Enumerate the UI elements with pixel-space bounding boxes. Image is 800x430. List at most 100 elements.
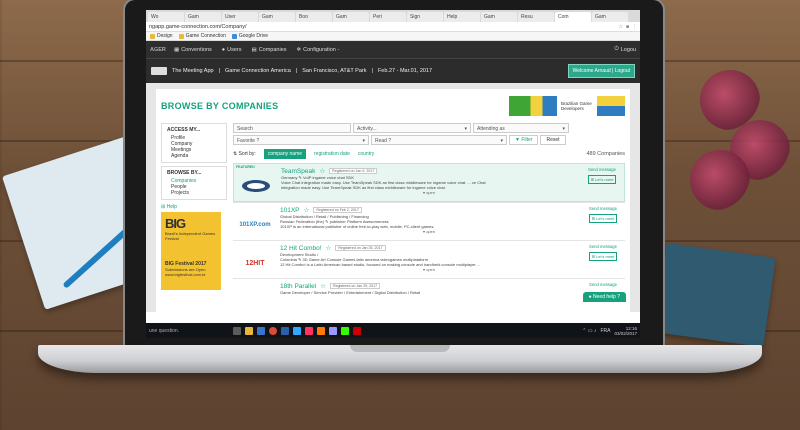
browser-tab[interactable]: Gam — [333, 12, 369, 22]
browser-tab[interactable]: Boo — [296, 12, 332, 22]
sidebar-heading: ACCESS MY... — [167, 127, 201, 133]
taskbar-search[interactable]: une question. — [149, 328, 229, 334]
search-input[interactable]: Search — [233, 123, 351, 133]
ad-subtitle: Brazil's Independent Games Festival — [165, 231, 216, 241]
building-icon: ▤ — [251, 46, 257, 53]
premiere-icon[interactable] — [329, 326, 337, 335]
open-toggle[interactable]: ▾ open — [281, 190, 577, 195]
browser-tab[interactable]: Gam — [592, 12, 628, 22]
nav-configuration[interactable]: ✲ Configuration - — [297, 47, 340, 53]
nav-companies[interactable]: ▤ Companies — [251, 47, 286, 53]
store-icon[interactable] — [257, 326, 265, 335]
clock[interactable]: 12:16 03/02/2017 — [614, 326, 637, 336]
chrome-icon[interactable] — [269, 326, 277, 335]
task-view-icon[interactable] — [233, 326, 241, 335]
browser-tab[interactable]: Wo — [148, 12, 184, 22]
folder-icon — [150, 33, 155, 39]
attending-select[interactable]: Attending as ▾ — [473, 123, 569, 133]
indesign-icon[interactable] — [305, 326, 313, 335]
filter-button[interactable]: ▼ Filter — [509, 135, 539, 145]
star-icon[interactable]: ☆ — [304, 206, 310, 214]
reset-button[interactable]: Reset — [540, 135, 566, 145]
drive-icon — [231, 33, 237, 39]
sort-country[interactable]: country — [358, 151, 374, 157]
company-card: FEATURED TeamSpeak ☆ Registered on Jan 9, … — [233, 163, 625, 202]
menu-icon[interactable]: ⋮ — [632, 24, 637, 30]
app-header: The Meeting App | Game Connection Americ… — [146, 58, 640, 83]
sidebar-item-agenda[interactable]: Agenda — [167, 153, 221, 159]
ad-url: www.bigfestival.com.br — [165, 272, 206, 277]
page-title: BROWSE BY COMPANIES — [161, 101, 279, 111]
registration-date: Registered on Feb 2, 2017 — [313, 207, 362, 213]
sort-label: ⇅ Sort by: — [233, 150, 256, 157]
dreamweaver-icon[interactable] — [341, 326, 349, 335]
browser-tab[interactable]: Gam — [481, 12, 517, 22]
browser-tab[interactable]: User — [222, 12, 258, 22]
bookmark-item[interactable]: Design — [150, 33, 173, 39]
company-logo[interactable] — [236, 173, 276, 199]
read-select[interactable]: Read ? ▾ — [371, 135, 507, 145]
file-explorer-icon[interactable] — [245, 326, 253, 335]
company-card: 12HIT 12 Hit Combo! ☆ Registered on Jan 26… — [233, 240, 625, 278]
company-logo[interactable]: 101XP.com — [235, 212, 275, 238]
lets-meet-button[interactable]: ⊞ Let's meet — [588, 214, 618, 223]
open-toggle[interactable]: ▾ open — [280, 267, 578, 272]
company-name[interactable]: 18th Parallel — [280, 283, 316, 290]
extension-icon[interactable]: ■ — [626, 24, 629, 30]
favorite-select[interactable]: Favorite ? ▾ — [233, 135, 369, 145]
browser-tab[interactable]: Gam — [185, 12, 221, 22]
page-area: BROWSE BY COMPANIES Brazilian Game Devel… — [146, 83, 640, 312]
company-logo[interactable] — [235, 282, 275, 292]
open-toggle[interactable]: ▾ open — [280, 229, 578, 234]
bgd-banner[interactable]: Brazilian Game Developers — [509, 96, 625, 116]
chevron-down-icon: ▾ — [362, 138, 365, 144]
sort-company-name[interactable]: company name — [263, 148, 307, 159]
send-message-link[interactable]: Send message — [583, 282, 623, 287]
app-logo[interactable] — [151, 67, 167, 75]
browser-tab[interactable]: Peri — [370, 12, 406, 22]
browser-tab[interactable]: Resu — [518, 12, 554, 22]
app-icon[interactable] — [281, 326, 289, 335]
company-name[interactable]: 101XP — [280, 207, 300, 214]
need-help-button[interactable]: ● Need help ? — [582, 292, 626, 302]
featured-badge: FEATURED — [236, 165, 255, 169]
bookmark-item[interactable]: Google Drive — [231, 33, 268, 39]
activity-select[interactable]: Activity... ▾ — [353, 123, 471, 133]
send-message-link[interactable]: Send message — [582, 167, 622, 172]
browser-tab[interactable]: Help — [444, 12, 480, 22]
company-name[interactable]: 12 Hit Combo! — [280, 245, 322, 252]
star-icon[interactable]: ☆ — [326, 244, 332, 252]
send-message-link[interactable]: Send message — [583, 206, 623, 211]
sort-registration-date[interactable]: registration date — [314, 151, 350, 157]
help-link[interactable]: ⊞ Help — [161, 204, 227, 210]
star-icon[interactable]: ☆ — [319, 167, 325, 175]
photoshop-icon[interactable] — [293, 326, 301, 335]
acrobat-icon[interactable] — [353, 326, 361, 335]
nav-users[interactable]: ● Users — [222, 47, 242, 53]
star-icon[interactable]: ☆ — [320, 282, 326, 290]
browser-tab[interactable]: Sign — [407, 12, 443, 22]
language-indicator[interactable]: FRA — [600, 328, 610, 334]
tray-icons[interactable]: ⌃ ▭ ♪ — [582, 328, 596, 334]
browser-tab[interactable]: Gam — [259, 12, 295, 22]
star-icon[interactable]: ☆ — [618, 24, 622, 30]
welcome-logout-button[interactable]: Welcome Arnaud | Logout — [567, 64, 635, 78]
illustrator-icon[interactable] — [317, 326, 325, 335]
lets-meet-button[interactable]: ⊞ Let's meet — [588, 252, 618, 261]
bookmark-item[interactable]: Game Connection — [178, 33, 226, 39]
sidebar-item-projects[interactable]: Projects — [167, 190, 221, 196]
browser-tab-active[interactable]: Com — [555, 12, 591, 22]
company-name[interactable]: TeamSpeak — [281, 168, 315, 175]
lets-meet-button[interactable]: ⊞ Let's meet — [587, 175, 617, 184]
company-card: 101XP.com 101XP ☆ Registered on Feb 2, 201… — [233, 202, 625, 240]
admin-logout[interactable]: ⏻ Logou — [614, 46, 636, 53]
event-name: Game Connection America — [225, 68, 291, 74]
chevron-down-icon: ▾ — [500, 138, 503, 144]
url-field[interactable]: ngapp.game-connection.com/Company/ — [149, 24, 618, 30]
company-logo[interactable]: 12HIT — [235, 250, 275, 276]
big-festival-ad[interactable]: BIG Brazil's Independent Games Festival … — [161, 212, 221, 290]
nav-conventions[interactable]: ▦ Conventions — [174, 47, 212, 53]
address-bar: ngapp.game-connection.com/Company/ ☆ ■ ⋮ — [146, 22, 640, 32]
send-message-link[interactable]: Send message — [583, 244, 623, 249]
sidebar: ACCESS MY... Profile Company Meetings Ag… — [161, 123, 227, 297]
